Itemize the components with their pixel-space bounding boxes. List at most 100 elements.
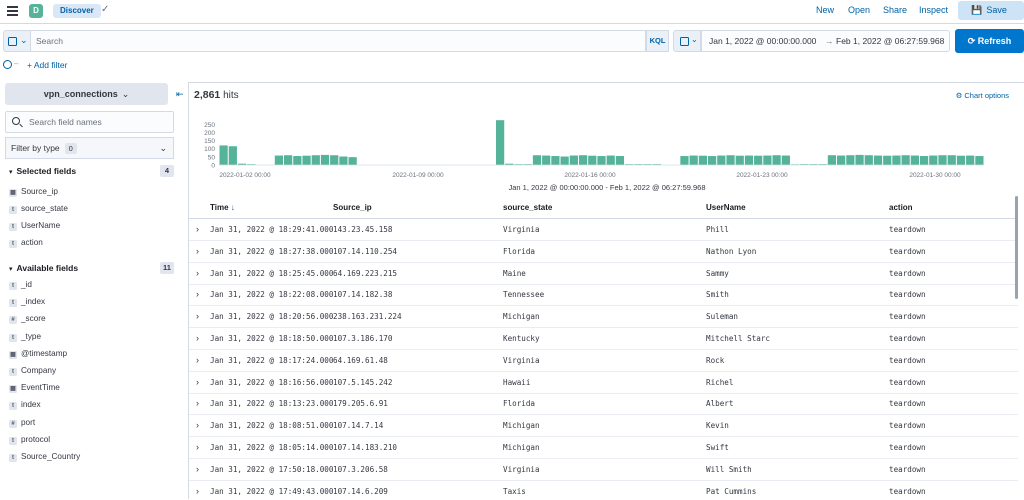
histogram-bar[interactable] xyxy=(274,155,284,165)
saved-query-menu-button[interactable]: ⌄ xyxy=(3,30,30,52)
histogram-bar[interactable] xyxy=(293,156,302,165)
histogram-bar[interactable] xyxy=(542,155,551,165)
field-item[interactable]: # _score xyxy=(9,312,46,325)
histogram-bar[interactable] xyxy=(873,155,883,165)
histogram-bar[interactable] xyxy=(560,156,569,165)
field-item[interactable]: t index xyxy=(9,398,41,411)
breadcrumb-discover[interactable]: Discover xyxy=(53,4,101,18)
space-avatar[interactable]: D xyxy=(29,4,43,18)
histogram-bar[interactable] xyxy=(606,155,615,165)
share-link[interactable]: Share xyxy=(883,4,907,17)
inspect-link[interactable]: Inspect xyxy=(919,4,948,17)
filter-by-type-button[interactable]: Filter by type 0 ⌄ xyxy=(5,137,174,159)
table-row[interactable]: › Jan 31, 2022 @ 18:27:38.000 107.14.110.2… xyxy=(189,241,1018,263)
expand-row-icon[interactable]: › xyxy=(196,486,199,496)
histogram-bar[interactable] xyxy=(578,155,588,165)
field-item[interactable]: # port xyxy=(9,416,35,429)
histogram-bar[interactable] xyxy=(496,120,505,165)
column-header-username[interactable]: UserName xyxy=(706,203,746,212)
histogram-bar[interactable] xyxy=(938,155,947,165)
field-item[interactable]: t protocol xyxy=(9,433,50,446)
expand-row-icon[interactable]: › xyxy=(196,355,199,365)
table-row[interactable]: › Jan 31, 2022 @ 18:05:14.000 107.14.183.2… xyxy=(189,437,1018,459)
refresh-button[interactable]: ⟳ Refresh xyxy=(955,29,1024,53)
expand-row-icon[interactable]: › xyxy=(196,377,199,387)
histogram-bar[interactable] xyxy=(864,155,873,165)
date-quick-menu-button[interactable]: ⌄ xyxy=(673,30,701,52)
histogram-bar[interactable] xyxy=(532,155,542,165)
expand-row-icon[interactable]: › xyxy=(196,268,199,278)
expand-row-icon[interactable]: › xyxy=(196,420,199,430)
field-item[interactable]: t Company xyxy=(9,364,56,377)
open-link[interactable]: Open xyxy=(848,4,870,17)
histogram-bar[interactable] xyxy=(735,155,744,165)
menu-icon[interactable] xyxy=(7,6,18,16)
histogram-bar[interactable] xyxy=(689,155,698,165)
histogram-bar[interactable] xyxy=(615,156,625,165)
histogram-bar[interactable] xyxy=(551,156,560,165)
save-button[interactable]: 💾 Save xyxy=(958,1,1024,20)
table-row[interactable]: › Jan 31, 2022 @ 18:20:56.000 238.163.231.… xyxy=(189,306,1018,329)
expand-row-icon[interactable]: › xyxy=(196,224,199,234)
table-row[interactable]: › Jan 31, 2022 @ 18:25:45.000 64.169.223.2… xyxy=(189,263,1018,285)
selected-fields-toggle[interactable]: ▾ Selected fields xyxy=(9,166,76,176)
histogram-bar[interactable] xyxy=(901,155,910,165)
available-fields-toggle[interactable]: ▾ Available fields xyxy=(9,263,78,273)
date-range-picker[interactable]: Jan 1, 2022 @ 00:00:00.000 → Feb 1, 2022… xyxy=(701,30,950,52)
histogram-bar[interactable] xyxy=(744,155,754,165)
histogram-bar[interactable] xyxy=(929,155,938,165)
histogram-bar[interactable] xyxy=(837,155,846,165)
histogram-bar[interactable] xyxy=(339,156,348,165)
sort-arrow-icon[interactable]: ↓ xyxy=(231,203,235,212)
table-row[interactable]: › Jan 31, 2022 @ 18:17:24.000 64.169.61.48… xyxy=(189,350,1018,372)
expand-row-icon[interactable]: › xyxy=(196,333,199,343)
table-row[interactable]: › Jan 31, 2022 @ 18:16:56.000 107.5.145.24… xyxy=(189,372,1018,394)
table-row[interactable]: › Jan 31, 2022 @ 18:29:41.000 143.23.45.15… xyxy=(189,219,1018,241)
column-header-action[interactable]: action xyxy=(889,203,913,212)
histogram-bar[interactable] xyxy=(772,155,781,165)
histogram-bar[interactable] xyxy=(588,155,597,165)
table-row[interactable]: › Jan 31, 2022 @ 17:50:18.000 107.3.206.58… xyxy=(189,459,1018,481)
end-date[interactable]: Feb 1, 2022 @ 06:27:59.968 xyxy=(836,31,944,51)
histogram-bar[interactable] xyxy=(781,155,790,165)
field-item[interactable]: ▦ Source_ip xyxy=(9,185,58,198)
histogram-bar[interactable] xyxy=(569,155,578,165)
table-row[interactable]: › Jan 31, 2022 @ 18:18:50.000 107.3.186.17… xyxy=(189,328,1018,350)
field-search-input[interactable]: Search field names xyxy=(5,111,174,133)
expand-row-icon[interactable]: › xyxy=(196,289,199,299)
histogram-bar[interactable] xyxy=(754,155,763,165)
field-item[interactable]: t Source_Country xyxy=(9,450,80,463)
table-row[interactable]: › Jan 31, 2022 @ 17:49:43.000 107.14.6.209… xyxy=(189,481,1018,500)
histogram-bar[interactable] xyxy=(956,155,966,165)
histogram-bar[interactable] xyxy=(763,155,772,165)
histogram-bar[interactable] xyxy=(311,155,320,165)
field-item[interactable]: t action xyxy=(9,236,43,249)
histogram-bar[interactable] xyxy=(348,157,357,165)
expand-row-icon[interactable]: › xyxy=(196,398,199,408)
histogram-bar[interactable] xyxy=(320,154,330,165)
field-item[interactable]: t _index xyxy=(9,295,45,308)
histogram-bar[interactable] xyxy=(726,155,735,165)
histogram-bar[interactable] xyxy=(302,155,311,165)
histogram-bar[interactable] xyxy=(284,155,293,165)
field-item[interactable]: t _id xyxy=(9,278,32,291)
column-header-time[interactable]: Time ↓ xyxy=(210,203,235,212)
field-item[interactable]: ▦ EventTime xyxy=(9,381,60,394)
table-row[interactable]: › Jan 31, 2022 @ 18:13:23.000 179.205.6.91… xyxy=(189,393,1018,416)
field-item[interactable]: ▦ @timestamp xyxy=(9,347,67,360)
histogram-bar[interactable] xyxy=(707,156,717,165)
histogram-bar[interactable] xyxy=(919,156,929,165)
expand-row-icon[interactable]: › xyxy=(196,311,199,321)
histogram-bar[interactable] xyxy=(698,155,707,165)
search-input[interactable]: Search xyxy=(30,30,646,52)
query-language-button[interactable]: KQL xyxy=(646,30,669,52)
expand-row-icon[interactable]: › xyxy=(196,464,199,474)
table-scrollbar[interactable] xyxy=(1015,196,1018,299)
filter-options-icon[interactable] xyxy=(3,60,12,69)
field-item[interactable]: t _type xyxy=(9,330,41,343)
index-pattern-selector[interactable]: vpn_connections ⌄ xyxy=(5,83,168,105)
table-row[interactable]: › Jan 31, 2022 @ 18:22:08.000 107.14.182.3… xyxy=(189,284,1018,307)
histogram-bar[interactable] xyxy=(883,155,892,165)
histogram-bar[interactable] xyxy=(228,146,237,165)
collapse-sidebar-icon[interactable]: ⇤ xyxy=(176,89,184,100)
